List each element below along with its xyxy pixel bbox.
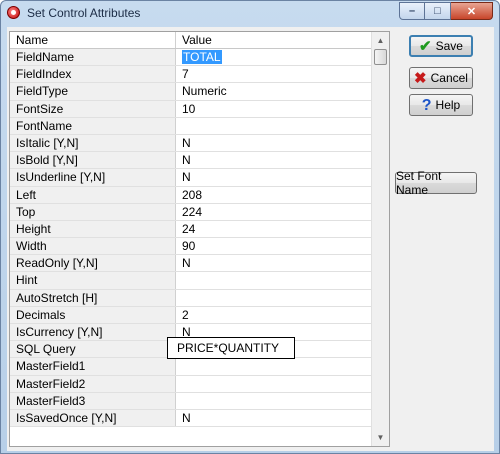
set-font-name-button[interactable]: Set Font Name: [395, 169, 477, 197]
dialog-body: Name Value FieldName TOTAL FieldIndex 7 Fiel…: [7, 27, 494, 451]
close-button[interactable]: ✕: [451, 2, 493, 20]
property-name: FieldName: [10, 49, 176, 66]
property-name: FontSize: [10, 100, 176, 117]
help-button[interactable]: ? Help: [409, 94, 473, 116]
property-value[interactable]: N: [176, 169, 372, 185]
maximize-button[interactable]: □: [425, 2, 451, 20]
scroll-down-icon[interactable]: ▼: [372, 429, 389, 446]
property-value[interactable]: 10: [176, 101, 372, 117]
help-label: Help: [435, 98, 461, 112]
property-value[interactable]: 224: [176, 204, 372, 220]
table-row[interactable]: FontName: [10, 117, 372, 135]
window-controls: – □ ✕: [399, 2, 493, 20]
property-name: Height: [10, 220, 176, 238]
save-label: Save: [435, 39, 463, 53]
table-row[interactable]: ReadOnly [Y,N] N: [10, 255, 372, 273]
property-name: MasterField1: [10, 358, 176, 375]
table-row[interactable]: FieldIndex 7: [10, 66, 372, 84]
table-row[interactable]: Width 90: [10, 238, 372, 256]
grid-header: Name Value: [10, 32, 372, 49]
minimize-button[interactable]: –: [399, 2, 425, 20]
check-icon: ✔: [419, 37, 432, 55]
property-value[interactable]: 2: [176, 307, 372, 323]
column-header-name[interactable]: Name: [10, 32, 176, 48]
property-value[interactable]: [176, 290, 372, 306]
sql-query-editor[interactable]: PRICE*QUANTITY: [167, 337, 295, 360]
table-row[interactable]: IsItalic [Y,N] N: [10, 134, 372, 153]
table-row[interactable]: Top 224: [10, 203, 372, 221]
table-row[interactable]: FontSize 10: [10, 100, 372, 118]
x-icon: ✖: [414, 69, 427, 87]
property-value[interactable]: N: [176, 152, 372, 168]
dialog-window: Set Control Attributes – □ ✕ Name Value …: [0, 0, 500, 454]
attributes-grid[interactable]: Name Value FieldName TOTAL FieldIndex 7 Fiel…: [9, 31, 390, 447]
property-value[interactable]: TOTAL: [176, 49, 372, 65]
property-name: MasterField3: [10, 392, 176, 409]
property-name: FieldIndex: [10, 66, 176, 83]
property-name: SQL Query: [10, 341, 176, 358]
table-row[interactable]: FieldType Numeric: [10, 83, 372, 101]
question-icon: ?: [421, 96, 432, 114]
table-row[interactable]: MasterField2: [10, 375, 372, 393]
table-row[interactable]: Hint: [10, 272, 372, 290]
table-row[interactable]: IsSavedOnce [Y,N] N: [10, 409, 372, 428]
property-value[interactable]: [176, 272, 372, 288]
grid-rows: FieldName TOTAL FieldIndex 7 FieldType Numeri…: [10, 49, 372, 428]
property-name: IsBold [Y,N]: [10, 152, 176, 169]
vertical-scrollbar[interactable]: ▲ ▼: [371, 32, 389, 446]
property-name: IsCurrency [Y,N]: [10, 324, 176, 341]
window-title: Set Control Attributes: [27, 6, 141, 20]
property-name: IsUnderline [Y,N]: [10, 169, 176, 186]
cancel-label: Cancel: [430, 71, 468, 85]
table-row[interactable]: MasterField1: [10, 358, 372, 376]
property-value[interactable]: 7: [176, 66, 372, 82]
property-name: AutoStretch [H]: [10, 289, 176, 306]
property-name: IsSavedOnce [Y,N]: [10, 409, 176, 427]
table-row[interactable]: IsUnderline [Y,N] N: [10, 169, 372, 187]
property-value[interactable]: [176, 118, 372, 134]
cancel-button[interactable]: ✖ Cancel: [409, 67, 473, 89]
property-value[interactable]: N: [176, 255, 372, 271]
table-row[interactable]: Decimals 2: [10, 306, 372, 324]
property-value[interactable]: [176, 376, 372, 392]
table-row[interactable]: FieldName TOTAL: [10, 49, 372, 67]
property-value[interactable]: 208: [176, 187, 372, 203]
property-name: IsItalic [Y,N]: [10, 134, 176, 152]
property-name: Width: [10, 238, 176, 255]
table-row[interactable]: IsBold [Y,N] N: [10, 152, 372, 170]
property-name: FontName: [10, 117, 176, 134]
property-value[interactable]: PRICE*QUANTITY: [167, 337, 372, 360]
column-header-value[interactable]: Value: [176, 32, 372, 48]
app-icon: [7, 6, 20, 19]
property-name: Top: [10, 203, 176, 220]
property-name: FieldType: [10, 83, 176, 100]
scroll-up-icon[interactable]: ▲: [372, 32, 389, 49]
property-name: MasterField2: [10, 375, 176, 392]
property-value[interactable]: N: [176, 410, 372, 426]
table-row[interactable]: Height 24: [10, 220, 372, 239]
property-value[interactable]: Numeric: [176, 83, 372, 99]
save-button[interactable]: ✔ Save: [409, 35, 473, 57]
table-row[interactable]: SQL Query PRICE*QUANTITY: [10, 337, 372, 360]
title-bar[interactable]: Set Control Attributes – □ ✕: [1, 1, 499, 25]
table-row[interactable]: Left 208: [10, 186, 372, 204]
property-value[interactable]: [176, 358, 372, 374]
property-value[interactable]: [176, 393, 372, 409]
property-name: ReadOnly [Y,N]: [10, 255, 176, 272]
property-name: Hint: [10, 272, 176, 289]
table-row[interactable]: AutoStretch [H]: [10, 289, 372, 307]
table-row[interactable]: MasterField3: [10, 392, 372, 410]
property-name: Left: [10, 186, 176, 203]
selected-value-text[interactable]: TOTAL: [182, 50, 222, 64]
property-name: Decimals: [10, 306, 176, 323]
property-value[interactable]: 24: [176, 221, 372, 237]
property-value[interactable]: N: [176, 135, 372, 151]
property-value[interactable]: 90: [176, 238, 372, 254]
scroll-thumb[interactable]: [374, 49, 387, 65]
